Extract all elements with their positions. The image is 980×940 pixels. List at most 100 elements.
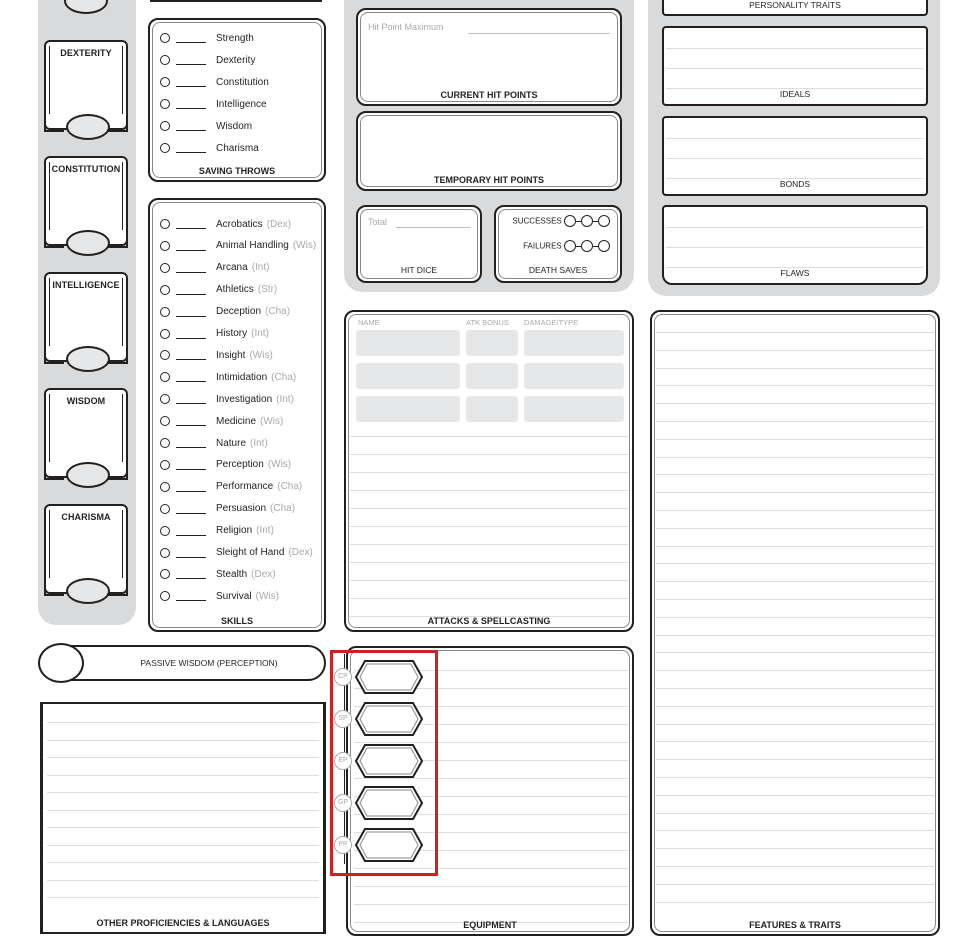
ideals-box[interactable]: IDEALS xyxy=(662,26,928,106)
skill-row[interactable]: Performance (Cha) xyxy=(160,477,302,497)
intelligence-modifier-oval[interactable] xyxy=(66,346,110,372)
skill-row[interactable]: Investigation (Int) xyxy=(160,389,294,409)
proficiency-bubble[interactable] xyxy=(160,77,170,87)
skill-row[interactable]: Nature (Int) xyxy=(160,433,268,453)
proficiency-bubble[interactable] xyxy=(160,591,170,602)
modifier-blank[interactable] xyxy=(176,591,206,602)
proficiency-bubble[interactable] xyxy=(160,219,170,229)
modifier-blank[interactable] xyxy=(176,569,206,580)
saving-throw-row[interactable]: Charisma xyxy=(160,138,259,158)
modifier-blank[interactable] xyxy=(176,77,206,87)
wisdom-modifier-oval[interactable] xyxy=(66,462,110,488)
coin-field-ep[interactable] xyxy=(355,744,423,778)
modifier-blank[interactable] xyxy=(176,121,206,131)
proficiency-bubble[interactable] xyxy=(160,503,170,514)
saving-throw-row[interactable]: Wisdom xyxy=(160,116,252,136)
proficiency-bubble[interactable] xyxy=(160,55,170,65)
modifier-blank[interactable] xyxy=(176,548,206,558)
flaws-box[interactable]: FLAWS xyxy=(662,205,928,285)
coin-field-gp[interactable] xyxy=(355,786,423,820)
proficiency-bubble[interactable] xyxy=(160,99,170,109)
modifier-blank[interactable] xyxy=(176,143,206,153)
proficiency-bubble[interactable] xyxy=(160,372,170,383)
attack-name-field[interactable] xyxy=(356,363,460,389)
proficiency-bubble[interactable] xyxy=(160,481,170,492)
skill-row[interactable]: Arcana (Int) xyxy=(160,258,269,278)
attack-bonus-field[interactable] xyxy=(466,396,518,422)
features-traits-panel[interactable]: FEATURES & TRAITS xyxy=(650,310,940,936)
attack-name-field[interactable] xyxy=(356,396,460,422)
modifier-blank[interactable] xyxy=(176,416,206,427)
proficiency-bubble[interactable] xyxy=(160,438,170,448)
attack-bonus-field[interactable] xyxy=(466,363,518,389)
proficiency-bubble[interactable] xyxy=(160,350,170,361)
skill-row[interactable]: Acrobatics (Dex) xyxy=(160,214,291,234)
ability-dexterity[interactable]: DEXTERITY xyxy=(44,40,128,140)
attack-damage-field[interactable] xyxy=(524,396,624,422)
proficiency-bubble[interactable] xyxy=(160,525,170,536)
saving-throw-row[interactable]: Dexterity xyxy=(160,50,255,70)
proficiency-bubble[interactable] xyxy=(160,143,170,153)
modifier-blank[interactable] xyxy=(176,55,206,65)
skill-row[interactable]: History (Int) xyxy=(160,324,269,344)
coin-field-cp[interactable] xyxy=(355,660,423,694)
modifier-blank[interactable] xyxy=(176,329,206,339)
skill-row[interactable]: Religion (Int) xyxy=(160,521,274,541)
temporary-hit-points-box[interactable]: TEMPORARY HIT POINTS xyxy=(356,111,622,191)
attack-damage-field[interactable] xyxy=(524,330,624,356)
attack-damage-field[interactable] xyxy=(524,363,624,389)
failure-checkbox[interactable] xyxy=(581,240,593,252)
success-checkbox[interactable] xyxy=(598,215,610,227)
hit-point-maximum-line[interactable] xyxy=(468,33,610,34)
proficiency-bubble[interactable] xyxy=(160,240,170,251)
proficiency-bubble[interactable] xyxy=(160,121,170,131)
modifier-blank[interactable] xyxy=(176,526,206,536)
saving-throw-row[interactable]: Constitution xyxy=(160,72,269,92)
hit-dice-box[interactable]: Total HIT DICE xyxy=(356,205,482,283)
attack-name-field[interactable] xyxy=(356,330,460,356)
proficiency-bubble[interactable] xyxy=(160,328,170,339)
failure-checkbox[interactable] xyxy=(598,240,610,252)
proficiency-bubble[interactable] xyxy=(160,394,170,405)
success-checkbox[interactable] xyxy=(581,215,593,227)
skill-row[interactable]: Sleight of Hand (Dex) xyxy=(160,543,313,563)
modifier-blank[interactable] xyxy=(176,263,206,273)
modifier-blank[interactable] xyxy=(176,460,206,470)
skill-row[interactable]: Intimidation (Cha) xyxy=(160,367,296,387)
current-hit-points-box[interactable]: Hit Point Maximum CURRENT HIT POINTS xyxy=(356,8,622,106)
failure-checkbox[interactable] xyxy=(564,240,576,252)
modifier-blank[interactable] xyxy=(176,241,206,251)
modifier-blank[interactable] xyxy=(176,33,206,43)
ability-intelligence[interactable]: INTELLIGENCE xyxy=(44,272,128,372)
proficiency-bubble[interactable] xyxy=(160,33,170,43)
modifier-blank[interactable] xyxy=(176,438,206,448)
coin-field-pp[interactable] xyxy=(355,828,423,862)
modifier-blank[interactable] xyxy=(176,504,206,514)
proficiency-bubble[interactable] xyxy=(160,284,170,295)
hit-dice-total-line[interactable] xyxy=(396,227,470,228)
bonds-box[interactable]: BONDS xyxy=(662,116,928,196)
ability-charisma[interactable]: CHARISMA xyxy=(44,504,128,604)
dexterity-modifier-oval[interactable] xyxy=(66,114,110,140)
success-checkbox[interactable] xyxy=(564,215,576,227)
attack-bonus-field[interactable] xyxy=(466,330,518,356)
skill-row[interactable]: Deception (Cha) xyxy=(160,302,290,322)
saving-throw-row[interactable]: Intelligence xyxy=(160,94,267,114)
saving-throw-row[interactable]: Strength xyxy=(160,28,254,48)
coin-field-sp[interactable] xyxy=(355,702,423,736)
ability-constitution[interactable]: CONSTITUTION xyxy=(44,156,128,256)
ability-wisdom[interactable]: WISDOM xyxy=(44,388,128,488)
skill-row[interactable]: Survival (Wis) xyxy=(160,586,279,606)
modifier-blank[interactable] xyxy=(176,285,206,295)
skill-row[interactable]: Stealth (Dex) xyxy=(160,564,276,584)
modifier-blank[interactable] xyxy=(176,372,206,383)
personality-traits-box[interactable]: PERSONALITY TRAITS xyxy=(662,0,928,16)
constitution-modifier-oval[interactable] xyxy=(66,230,110,256)
proficiency-bubble[interactable] xyxy=(160,547,170,558)
skill-row[interactable]: Persuasion (Cha) xyxy=(160,499,295,519)
proficiency-bubble[interactable] xyxy=(160,306,170,317)
passive-wisdom-value-circle[interactable] xyxy=(38,643,84,683)
skill-row[interactable]: Medicine (Wis) xyxy=(160,411,283,431)
modifier-blank[interactable] xyxy=(176,482,206,492)
proficiency-bubble[interactable] xyxy=(160,262,170,273)
